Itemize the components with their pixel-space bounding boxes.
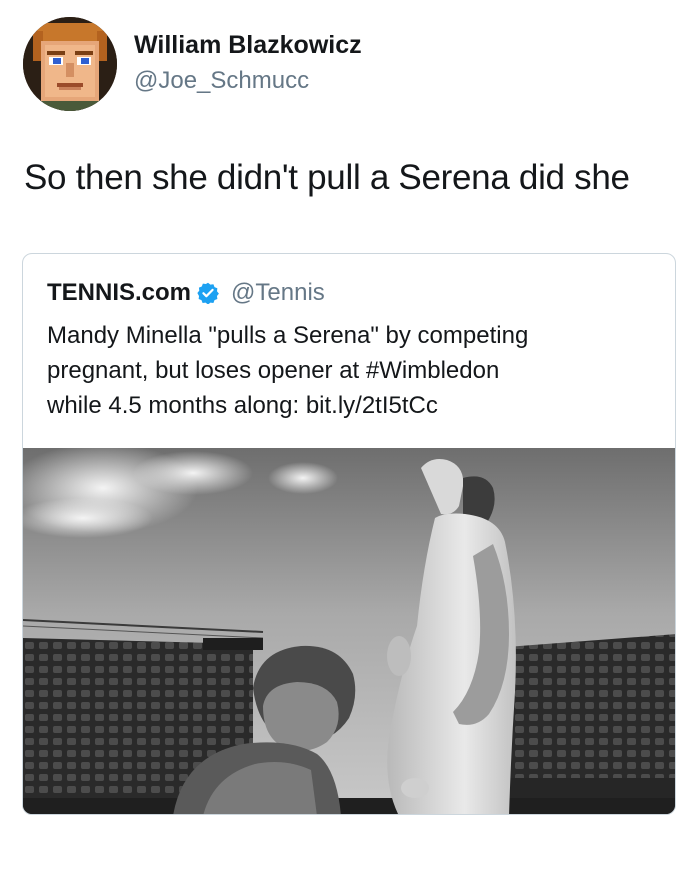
quoted-text-line: Mandy Minella "pulls a Serena" by compet… [47,322,529,349]
quoted-tweet-card[interactable]: TENNIS.com @Tennis Mandy Minella "pulls … [22,253,676,815]
quoted-author-name: TENNIS.com [47,279,192,306]
quoted-tweet-photo[interactable] [23,448,675,814]
author-name[interactable]: William Blazkowicz [134,31,362,60]
verified-badge-icon [197,282,219,304]
author-handle[interactable]: @Joe_Schmucc [134,67,309,95]
quoted-tweet-header: TENNIS.com @Tennis [47,279,325,307]
quoted-text-line: while 4.5 months along: bit.ly/2tI5tCc [47,392,438,419]
avatar[interactable] [23,17,117,111]
photo-image [23,448,675,814]
pixel-face-avatar-icon [23,17,117,111]
quoted-author-handle: @Tennis [231,279,325,306]
quoted-tweet-text: Mandy Minella "pulls a Serena" by compet… [47,318,657,423]
quoted-text-line: pregnant, but loses opener at #Wimbledon [47,357,500,384]
tweet-text: So then she didn't pull a Serena did she [24,158,630,197]
